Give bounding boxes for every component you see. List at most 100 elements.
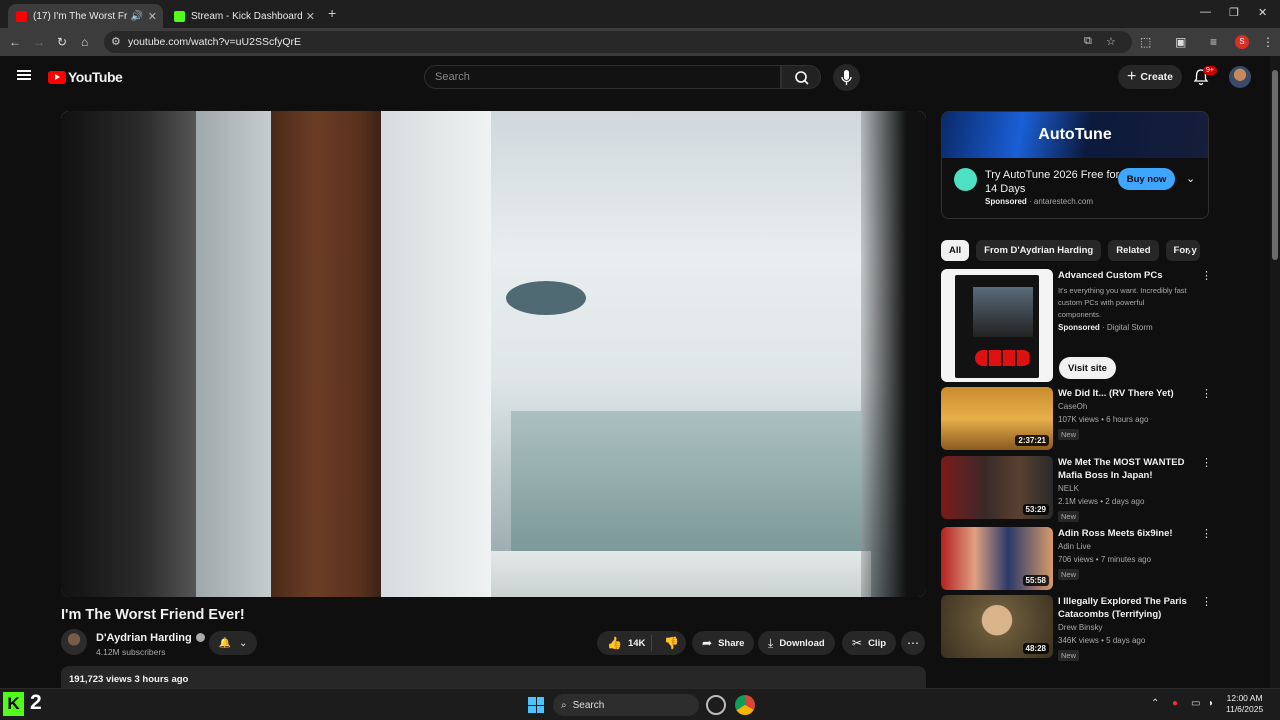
duration-badge: 53:29	[1022, 504, 1049, 515]
windows-taskbar: K 2 ⌕ Search ⌃ ● ▭ ◗ 12:00 AM 11/6/2025	[0, 688, 1280, 720]
rgb-fans-image	[975, 350, 1031, 366]
bell-icon: 🔔	[218, 637, 232, 649]
browser-menu-icon[interactable]: ⋮	[1262, 35, 1274, 49]
system-clock[interactable]: 12:00 AM 11/6/2025	[1226, 693, 1263, 715]
chevron-down-icon[interactable]: ⌄	[1186, 172, 1195, 185]
more-actions-button[interactable]: ⋯	[901, 631, 925, 655]
video-frame-region	[271, 111, 381, 597]
chevron-right-icon[interactable]: ›	[1187, 244, 1191, 258]
forward-icon[interactable]: →	[33, 35, 45, 49]
windows-start-icon[interactable]	[528, 697, 544, 713]
recommendation-item[interactable]: 48:28 I Illegally Explored The Paris Cat…	[941, 595, 1212, 661]
new-tab-icon[interactable]: +	[328, 5, 336, 21]
more-vertical-icon[interactable]: ⋮	[1201, 527, 1212, 540]
ad-banner[interactable]: AutoTune	[942, 112, 1208, 158]
taskbar-search[interactable]: ⌕ Search	[553, 694, 699, 716]
recommendation-item[interactable]: 55:58 Adin Ross Meets 6ix9ine! Adin Live…	[941, 527, 1212, 590]
search-input[interactable]: Search	[424, 65, 781, 89]
reload-icon[interactable]: ↻	[57, 35, 67, 49]
tab-title: Stream - Kick Dashboard	[191, 10, 303, 22]
network-icon[interactable]: ▭	[1191, 698, 1200, 709]
more-vertical-icon[interactable]: ⋮	[1201, 269, 1212, 282]
browser-tab-strip: (17) I'm The Worst Friend E 🔊 ✕ Stream -…	[0, 0, 1280, 28]
speaker-icon[interactable]: 🔊	[131, 11, 143, 22]
video-thumbnail: 2:37:21	[941, 387, 1053, 450]
tab-youtube[interactable]: (17) I'm The Worst Friend E 🔊 ✕	[8, 4, 163, 28]
thumbs-down-icon[interactable]: 👎	[658, 636, 679, 650]
minimize-icon[interactable]: —	[1200, 6, 1211, 18]
chip-all[interactable]: All	[941, 240, 970, 261]
ad-title[interactable]: Try AutoTune 2026 Free for 14 Days	[985, 168, 1120, 196]
close-tab-icon[interactable]: ✕	[306, 10, 315, 23]
close-tab-icon[interactable]: ✕	[148, 10, 157, 23]
recommendation-item[interactable]: 53:29 We Met The MOST WANTED Mafia Boss …	[941, 456, 1212, 522]
kick-widget-icon[interactable]: K	[3, 692, 24, 716]
description-box[interactable]: 191,723 views 3 hours ago	[61, 666, 926, 688]
autotune-logo-icon	[954, 168, 977, 191]
pc-components-image	[973, 287, 1033, 337]
address-bar[interactable]: ⚙ youtube.com/watch?v=uU2SScfyQrE ⧉ ☆	[104, 31, 1132, 53]
video-player[interactable]	[61, 111, 926, 597]
chip-from-channel[interactable]: From D'Aydrian Harding	[976, 240, 1102, 261]
search-button[interactable]	[781, 65, 821, 89]
extensions-icon[interactable]: ⬚	[1140, 35, 1151, 49]
bookmark-star-icon[interactable]: ☆	[1106, 35, 1116, 48]
more-vertical-icon[interactable]: ⋮	[1201, 387, 1212, 400]
logo-wordmark: YouTube	[68, 69, 123, 85]
visit-site-button[interactable]: Visit site	[1059, 357, 1116, 379]
chip-related[interactable]: Related	[1108, 240, 1159, 261]
share-button[interactable]: ➦ Share	[692, 631, 755, 655]
rec-title: We Met The MOST WANTED Mafia Boss In Jap…	[1058, 457, 1185, 481]
side-panel-icon[interactable]: ▣	[1175, 35, 1186, 49]
new-badge: New	[1058, 429, 1080, 440]
like-dislike-group: 👍 14K 👎	[597, 631, 686, 655]
page-scrollbar[interactable]	[1270, 56, 1280, 688]
window-close-icon[interactable]: ✕	[1258, 6, 1267, 19]
video-thumbnail: 55:58	[941, 527, 1053, 590]
more-vertical-icon[interactable]: ⋮	[1201, 456, 1212, 469]
new-badge: New	[1058, 569, 1080, 580]
chrome-taskbar-icon[interactable]	[735, 695, 755, 715]
tab-kick[interactable]: Stream - Kick Dashboard ✕	[166, 4, 321, 28]
youtube-logo[interactable]: YouTube	[48, 69, 123, 85]
subscription-bell-button[interactable]: 🔔 ⌄	[209, 631, 257, 655]
download-button[interactable]: ⤓ Download	[758, 631, 835, 655]
youtube-page: YouTube Search + Create 9+ I'm The Worst…	[0, 56, 1270, 688]
tray-chevron-up-icon[interactable]: ⌃	[1151, 698, 1159, 709]
more-vertical-icon[interactable]: ⋮	[1201, 595, 1212, 608]
rec-meta: 2.1M views • 2 days ago	[1058, 497, 1145, 506]
account-avatar[interactable]	[1229, 66, 1251, 88]
site-info-icon[interactable]: ⚙	[111, 35, 121, 48]
recommendation-item[interactable]: 2:37:21 We Did It... (RV There Yet) Case…	[941, 387, 1212, 450]
sponsored-ad-card[interactable]: AutoTune Try AutoTune 2026 Free for 14 D…	[941, 111, 1209, 219]
app-icon[interactable]	[706, 695, 726, 715]
back-icon[interactable]: ←	[9, 35, 21, 49]
hamburger-menu-icon[interactable]	[17, 70, 31, 80]
home-icon[interactable]: ⌂	[81, 35, 88, 49]
clip-button[interactable]: ✂ Clip	[842, 631, 897, 655]
new-badge: New	[1058, 511, 1080, 522]
search-icon	[795, 71, 809, 85]
restore-icon[interactable]: ❐	[1229, 6, 1239, 19]
scrollbar-thumb[interactable]	[1272, 70, 1278, 260]
channel-name[interactable]: D'Aydrian Harding	[96, 632, 205, 644]
video-title: I'm The Worst Friend Ever!	[61, 607, 245, 623]
chip-for-you[interactable]: For y	[1165, 240, 1200, 261]
like-button[interactable]: 👍 14K	[597, 635, 652, 651]
install-app-icon[interactable]: ⧉	[1084, 35, 1092, 48]
video-frame-region	[511, 411, 861, 551]
microphone-tray-icon[interactable]: ●	[1172, 698, 1178, 709]
video-thumbnail: 48:28	[941, 595, 1053, 658]
channel-avatar[interactable]	[61, 629, 87, 655]
sponsored-recommendation[interactable]: Advanced Custom PCs It's everything you …	[941, 269, 1212, 382]
create-button[interactable]: + Create	[1118, 65, 1182, 89]
duration-badge: 55:58	[1022, 575, 1049, 586]
clip-label: Clip	[868, 637, 887, 649]
profile-avatar[interactable]: S	[1235, 35, 1249, 49]
volume-icon[interactable]: ◗	[1208, 698, 1214, 709]
buy-now-button[interactable]: Buy now	[1118, 168, 1175, 190]
ad-description: It's everything you want. Incredibly fas…	[1058, 286, 1187, 319]
reading-list-icon[interactable]: ≡	[1210, 35, 1217, 49]
scissors-icon: ✂	[852, 636, 863, 650]
voice-search-button[interactable]	[833, 64, 860, 91]
